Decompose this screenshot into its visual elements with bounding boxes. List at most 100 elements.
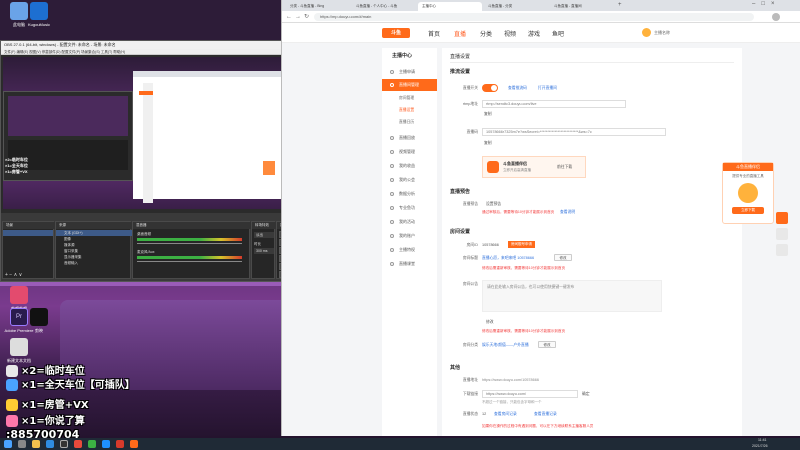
desktop-icon-jianying[interactable]: 剪映 [22,308,56,334]
nav-arrows-icon[interactable]: ←→↻ [286,13,312,20]
source-item[interactable]: 音频输入 [56,260,132,266]
sidebar-sub-live-settings[interactable]: 直播设置 [382,105,437,115]
room-records-link[interactable]: 查看房间记录 [494,412,517,417]
desktop-icon-kugou[interactable]: KugouMusic [22,2,56,27]
sidebar-item-pro[interactable]: 专业鱼功 [382,202,437,214]
audio-meter [137,238,242,241]
browser-window[interactable]: 分类 - 斗鱼直播 - Bing 斗鱼直播 - 个人中心 - 斗鱼 主播中心 斗… [281,0,800,436]
live-toggle[interactable] [482,84,498,92]
obs-preview[interactable]: ×2=临时车位 ×1=全天车位 ×1=房管+VX [3,57,323,209]
new-tab-icon[interactable]: + [618,2,622,8]
tab-4[interactable]: 斗鱼直播 - 分类 [484,2,548,11]
window-controls-icon[interactable]: –□× [752,1,780,7]
mixer-panel[interactable]: 混音器 桌面音频 麦克风/Aux [132,221,251,279]
download-link-confirm[interactable]: 确定 [582,392,590,397]
kugou-icon [30,2,48,20]
room-title-link[interactable]: 直播心愿，来吧来吧 10578666 [482,256,534,261]
netease-music-icon[interactable] [116,440,124,448]
sidebar-sub-room[interactable]: 房间管理 [382,93,437,103]
sidebar-item-replay[interactable]: 直播回放 [382,132,437,144]
sidebar-item-account[interactable]: 我的账户 [382,230,437,242]
url-input[interactable]: https://mp.douyu.com/#/main [314,13,754,21]
bilibili-icon [10,286,28,304]
companion-side-ad[interactable]: 斗鱼直播伴侣 提供专业的直播工具 立即下载 [722,162,774,224]
obs-menu-bar[interactable]: 文件(F) 编辑(E) 视图(V) 停靠部件(D) 配置文件(P) 场景集合(S… [1,49,325,55]
scene-item-selected[interactable] [3,230,53,236]
desktop-icon-textdoc[interactable]: 新建文本文档 [2,338,36,364]
scene-add-icon[interactable]: + − ∧ ∨ [5,272,22,278]
edge-icon[interactable] [46,440,54,448]
tab-active[interactable]: 主播中心 [418,2,482,11]
obs-icon[interactable] [60,440,68,448]
nav-video[interactable]: 视频 [504,29,516,38]
profile-icon[interactable] [772,13,780,21]
rtmp-label: rtmp地址 [462,102,478,106]
live-status-label: 直播状态 [462,412,478,416]
douyu-companion-icon[interactable] [130,440,138,448]
volume-slider[interactable] [137,243,242,244]
sidebar-item-analytics[interactable]: 数据分析 [382,188,437,200]
edit-room-title-button[interactable]: 修改 [554,254,572,261]
promo-download-button[interactable]: 前往下载 [557,165,572,170]
sidebar-item-room-manage[interactable]: 直播间管理 [382,79,437,91]
volume-slider[interactable] [137,261,242,262]
document-icon [10,338,28,356]
tab-2[interactable]: 斗鱼直播 - 个人中心 - 斗鱼 [352,2,416,11]
stream-code-field[interactable]: 10578666r7325m7e?wsSecret=**************… [482,128,666,136]
copy-rtmp-link[interactable]: 复制 [484,112,492,117]
mascot-icon [738,183,758,203]
douyu-logo[interactable]: 斗鱼 [382,28,410,38]
nav-yuba[interactable]: 鱼吧 [552,29,564,38]
float-tool-icon-2[interactable] [776,228,788,240]
rtmp-address-field[interactable]: rtmp://sendtc3.douyu.com/live [482,100,626,108]
nav-live[interactable]: 直播 [454,29,466,38]
chrome-icon[interactable] [74,440,82,448]
obs-window[interactable]: OBS 27.0.1 (64-bit, windows) - 配置文件: 未命名… [0,40,327,282]
edit-announcement-button[interactable]: 修改 [486,320,494,325]
download-link-input[interactable]: https://www.douyu.com/ [482,390,578,398]
wechat-icon[interactable] [88,440,96,448]
transitions-panel[interactable]: 转场特效 淡出 时长 300 ms [251,221,276,279]
tab-1[interactable]: 分类 - 斗鱼直播 - Bing [286,2,350,11]
tab-5[interactable]: 斗鱼直播 - 直播间 [550,2,614,11]
sidebar-item-income[interactable]: 我的收益 [382,160,437,172]
sidebar-item-video[interactable]: 视频管理 [382,146,437,158]
sidebar-item-activity[interactable]: 我的活动 [382,216,437,228]
sidebar-item-apply[interactable]: 主播申请 [382,66,437,78]
user-name[interactable]: 主播名称 [654,30,670,36]
announcement-textarea[interactable]: 请在此处输入房间公告，也可以使用快捷键一键发布 [482,280,662,312]
file-explorer-icon[interactable] [32,440,40,448]
sidebar-item-guild[interactable]: 我的公会 [382,174,437,186]
nav-category[interactable]: 分类 [480,29,492,38]
scenes-header: 场景 [3,222,55,229]
obs-title-bar: OBS 27.0.1 (64-bit, windows) - 配置文件: 未命名… [1,41,325,49]
float-tool-icon-3[interactable] [776,244,788,256]
side-ad-download-button[interactable]: 立即下载 [732,207,764,214]
taskbar-time[interactable]: 11:41 [758,438,767,442]
sources-panel[interactable]: 来源 文本 (GDI+) 图像 媒体源 窗口采集 显示器采集 音频输入 [55,221,132,279]
companion-promo[interactable]: 斗鱼直播伴侣 立即开启高清直播 前往下载 [482,156,586,178]
user-avatar[interactable] [642,28,651,37]
sidebar-item-privilege[interactable]: 主播特权 [382,244,437,256]
copy-code-link[interactable]: 复制 [484,141,492,146]
nav-home[interactable]: 首页 [428,29,440,38]
sidebar-sub-calendar[interactable]: 直播日历 [382,117,437,127]
set-notice-button[interactable]: 设置预告 [486,202,501,207]
notice-help-link[interactable]: 查看说明 [560,210,575,215]
taskbar-date[interactable]: 2021/7/26 [752,444,768,448]
sidebar-item-class[interactable]: 直播课堂 [382,258,437,270]
search-icon[interactable] [18,440,26,448]
view-push-code-link[interactable]: 查看推流码 [508,86,527,91]
scenes-panel[interactable]: 场景 + − ∧ ∨ [2,221,55,279]
duration-input[interactable]: 300 ms [254,248,274,254]
nav-game[interactable]: 游戏 [528,29,540,38]
transition-select[interactable]: 淡出 [254,232,274,238]
category-link[interactable]: 娱乐天地/颜值——户外直播 [482,343,529,348]
edit-category-button[interactable]: 修改 [538,341,556,348]
qq-icon[interactable] [102,440,110,448]
room-number-apply-button[interactable]: 房间靓号申请 [508,241,535,248]
open-room-link[interactable]: 打开直播间 [538,86,557,91]
start-icon[interactable] [4,440,12,448]
live-records-link[interactable]: 查看直播记录 [534,412,557,417]
float-tool-icon[interactable] [776,212,788,224]
